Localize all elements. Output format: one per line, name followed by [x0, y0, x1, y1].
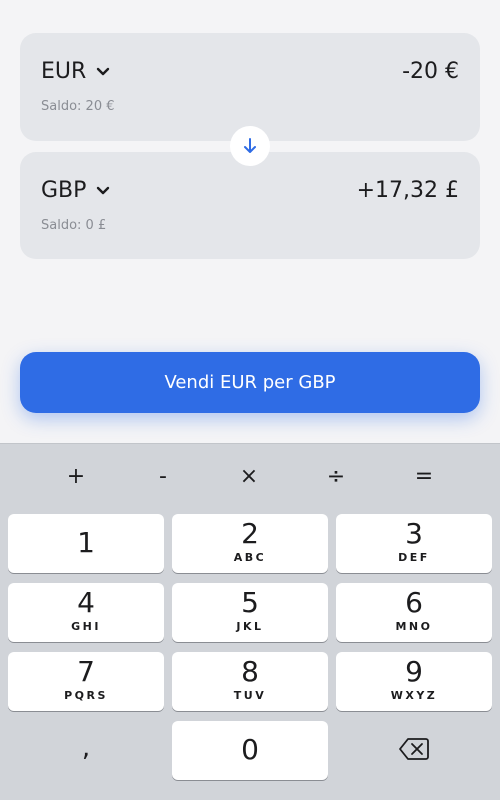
key-3[interactable]: 3 DEF [336, 514, 492, 573]
divide-key[interactable]: ÷ [316, 464, 356, 489]
key-6[interactable]: 6 MNO [336, 583, 492, 642]
multiply-key[interactable]: × [229, 464, 269, 489]
key-digit: 6 [405, 586, 423, 619]
key-9[interactable]: 9 WXYZ [336, 652, 492, 711]
sell-balance: Saldo: 20 € [41, 99, 115, 114]
key-2[interactable]: 2 ABC [172, 514, 328, 573]
key-letters: PQRS [64, 689, 108, 702]
key-digit: 1 [77, 526, 95, 559]
chevron-down-icon [97, 186, 110, 194]
key-digit: 0 [241, 733, 259, 766]
sell-amount[interactable]: -20 € [402, 59, 459, 84]
arrow-down-icon [244, 138, 256, 153]
key-digit: 9 [405, 655, 423, 688]
key-digit: 5 [241, 586, 259, 619]
key-0[interactable]: 0 [172, 721, 328, 780]
buy-balance: Saldo: 0 £ [41, 218, 107, 233]
key-letters: ABC [233, 551, 267, 564]
key-letters: WXYZ [390, 689, 438, 702]
comma-key[interactable]: , [8, 721, 164, 780]
chevron-down-icon [97, 67, 110, 75]
numeric-keyboard: + - × ÷ = 1 2 ABC 3 DEF 4 GHI 5 JKL 6 MN… [0, 443, 500, 800]
key-digit: 2 [241, 517, 259, 550]
key-letters: MNO [395, 620, 433, 633]
minus-key[interactable]: - [143, 464, 183, 489]
key-digit: 7 [77, 655, 95, 688]
key-letters: DEF [398, 551, 430, 564]
key-8[interactable]: 8 TUV [172, 652, 328, 711]
key-letters: JKL [236, 620, 264, 633]
comma-label: , [81, 733, 91, 763]
exchange-button[interactable]: Vendi EUR per GBP [20, 352, 480, 413]
buy-amount[interactable]: +17,32 £ [357, 178, 459, 203]
key-4[interactable]: 4 GHI [8, 583, 164, 642]
equals-key[interactable]: = [404, 464, 444, 489]
operator-row: + - × ÷ = [0, 444, 500, 512]
backspace-icon [399, 738, 429, 760]
key-5[interactable]: 5 JKL [172, 583, 328, 642]
plus-key[interactable]: + [56, 464, 96, 489]
sell-currency-code: EUR [41, 59, 87, 84]
key-letters: GHI [71, 620, 101, 633]
buy-currency-code: GBP [41, 178, 87, 203]
buy-currency-card[interactable]: GBP +17,32 £ Saldo: 0 £ [20, 152, 480, 259]
sell-currency-card[interactable]: EUR -20 € Saldo: 20 € [20, 33, 480, 141]
key-letters: TUV [233, 689, 267, 702]
key-1[interactable]: 1 [8, 514, 164, 573]
key-digit: 3 [405, 517, 423, 550]
buy-currency-selector[interactable]: GBP [41, 178, 110, 203]
swap-direction-button[interactable] [230, 126, 270, 166]
key-7[interactable]: 7 PQRS [8, 652, 164, 711]
sell-currency-selector[interactable]: EUR [41, 59, 110, 84]
key-digit: 4 [77, 586, 95, 619]
key-digit: 8 [241, 655, 259, 688]
delete-key[interactable] [336, 721, 492, 780]
